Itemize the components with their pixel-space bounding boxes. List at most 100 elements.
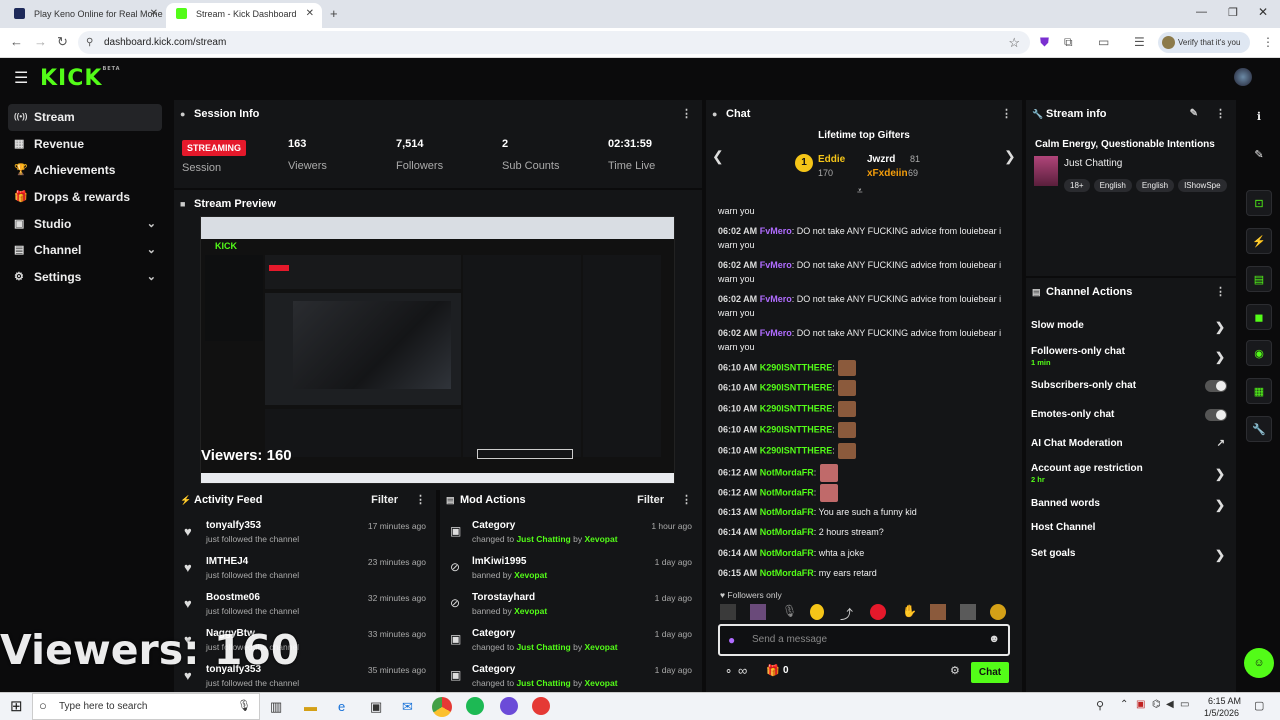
browser-tab-keno[interactable]: Play Keno Online for Real Mone ✕ [4, 3, 166, 28]
list-rail-icon[interactable]: ▤ [1246, 266, 1272, 292]
chevron-right-icon[interactable]: ❯ [1215, 320, 1225, 334]
gift-icon[interactable]: 🎁 [766, 664, 780, 677]
emote-icon[interactable] [810, 604, 824, 620]
reading-list-icon[interactable]: ☰ [1134, 35, 1145, 49]
channel-action-set-goals[interactable]: Set goals ❯ [1031, 548, 1227, 562]
windows-start-icon[interactable]: ⊞ [10, 697, 23, 715]
mod-action-row[interactable]: ⊘ Torostayhard banned by Xevopat 1 day ago [440, 588, 702, 624]
chat-message[interactable]: 06:02 AM FvMero: DO not take ANY FUCKING… [718, 292, 1008, 320]
tray-people-icon[interactable]: ⚲ [1096, 699, 1104, 712]
address-bar[interactable]: ⚲ dashboard.kick.com/stream ☆ [78, 31, 1030, 54]
chat-username[interactable]: NotMordaFR [760, 467, 814, 477]
chat-username[interactable]: FvMero [760, 260, 792, 270]
bolt-rail-icon[interactable]: ⚡ [1246, 228, 1272, 254]
browser-tab-kick[interactable]: Stream - Kick Dashboard ✕ [166, 3, 322, 28]
chat-username[interactable]: NotMordaFR [760, 568, 814, 578]
activity-row[interactable]: ♥ tonyalfy353 just followed the channel 17 … [174, 516, 436, 552]
chat-username[interactable]: K290ISNTTHERE [760, 424, 833, 434]
mod-action-row[interactable]: ▣ Category changed to Just Chatting by Xev… [440, 624, 702, 660]
mod-rail-icon[interactable]: ▦ [1246, 378, 1272, 404]
stream-preview-video[interactable]: KICK Viewers: 160 [200, 216, 675, 484]
chevron-right-icon[interactable]: ❯ [1215, 548, 1225, 562]
chat-username[interactable]: FvMero [760, 328, 792, 338]
chrome-icon[interactable] [432, 697, 452, 717]
close-tab-icon[interactable]: ✕ [306, 3, 314, 25]
user-avatar[interactable] [1234, 68, 1252, 86]
taskbar-time[interactable]: 6:15 AM [1208, 696, 1241, 706]
chat-username[interactable]: NotMordaFR [760, 487, 814, 497]
edit-pencil-icon[interactable]: ✎ [1190, 100, 1198, 128]
mod-action-row[interactable]: ▣ Category changed to Just Chatting by Xev… [440, 516, 702, 552]
chat-input[interactable]: ● Send a message ☻ [718, 624, 1010, 656]
notifications-icon[interactable]: ▢ [1254, 699, 1264, 712]
emote-icon[interactable] [930, 604, 946, 620]
sidebar-item-revenue[interactable]: ▦ Revenue [8, 131, 162, 158]
chat-message[interactable]: 06:10 AM K290ISNTTHERE: [718, 401, 1008, 417]
new-tab-icon[interactable]: + [330, 6, 338, 21]
chat-message[interactable]: 06:12 AM NotMordaFR: [718, 464, 1008, 482]
battery-icon[interactable]: ▭ [1180, 699, 1189, 710]
mic-icon[interactable]: ● [728, 633, 735, 647]
chat-send-button[interactable]: Chat [971, 662, 1009, 683]
emote-icon[interactable] [990, 604, 1006, 620]
mic-emote-icon[interactable]: 🎙 [782, 604, 797, 618]
stream-info-menu-icon[interactable]: ⋮ [1215, 100, 1226, 128]
info-rail-icon[interactable]: ℹ [1246, 104, 1272, 130]
window-minimize-icon[interactable]: — [1196, 6, 1207, 18]
sidebar-item-channel[interactable]: ▤ Channel ⌄ [8, 237, 162, 264]
bookmark-star-icon[interactable]: ☆ [1008, 31, 1020, 54]
window-restore-icon[interactable]: ❐ [1228, 6, 1238, 19]
wrench-rail-icon[interactable]: 🔧 [1246, 416, 1272, 442]
chevron-right-icon[interactable]: ❯ [1215, 498, 1225, 512]
toggle-switch[interactable] [1205, 380, 1227, 392]
chat-message[interactable]: 06:02 AM FvMero: DO not take ANY FUCKING… [718, 258, 1008, 286]
chat-message[interactable]: 06:14 AM NotMordaFR: whta a joke [718, 546, 1008, 560]
sidebar-item-drops-rewards[interactable]: 🎁 Drops & rewards [8, 184, 162, 211]
stream-tag[interactable]: English [1093, 179, 1132, 192]
channel-action-followers-only-chat[interactable]: Followers-only chat 1 min ❯ [1031, 346, 1227, 367]
chat-message[interactable]: 06:10 AM K290ISNTTHERE: [718, 360, 1008, 376]
activity-menu-icon[interactable]: ⋮ [415, 486, 426, 514]
emote-icon[interactable] [750, 604, 766, 620]
chat-message[interactable]: 06:14 AM NotMordaFR: 2 hours stream? [718, 525, 1008, 539]
chevron-down-icon[interactable]: ⌄ [147, 237, 156, 263]
kick-logo[interactable]: KICKBETA [40, 66, 121, 91]
chat-username[interactable]: FvMero [760, 294, 792, 304]
emote-icon[interactable] [720, 604, 736, 620]
chat-message[interactable]: 06:10 AM K290ISNTTHERE: [718, 380, 1008, 396]
edit-rail-icon[interactable]: ✎ [1246, 142, 1272, 168]
chat-username[interactable]: K290ISNTTHERE [760, 382, 833, 392]
tray-chevron-icon[interactable]: ⌃ [1120, 699, 1128, 710]
window-close-icon[interactable]: ✕ [1258, 5, 1268, 19]
taskbar-search[interactable]: ○ Type here to search 🎙 [32, 693, 260, 720]
extension-shield-icon[interactable]: ⛊ [1040, 35, 1049, 50]
gifters-prev-icon[interactable]: ❮ [712, 148, 724, 165]
chat-message[interactable]: 06:10 AM K290ISNTTHERE: [718, 443, 1008, 459]
activity-row[interactable]: ♥ IMTHEJ4 just followed the channel 23 minu… [174, 552, 436, 588]
sidebar-item-settings[interactable]: ⚙ Settings ⌄ [8, 264, 162, 291]
activity-row[interactable]: ♥ Boostme06 just followed the channel 32 mi… [174, 588, 436, 624]
hamburger-menu-icon[interactable]: ☰ [14, 68, 28, 88]
session-menu-icon[interactable]: ⋮ [681, 100, 692, 128]
mail-icon[interactable]: ✉ [402, 699, 413, 715]
sidebar-item-achievements[interactable]: 🏆 Achievements [8, 157, 162, 184]
emoji-icon[interactable]: ☻ [988, 633, 1000, 645]
broadcast-rail-icon[interactable]: ◉ [1246, 340, 1272, 366]
spotify-icon[interactable] [466, 697, 484, 715]
channel-action-emotes-only-chat[interactable]: Emotes-only chat [1031, 409, 1227, 421]
external-link-icon[interactable]: ↗ [1217, 438, 1225, 449]
reload-icon[interactable]: ↻ [57, 34, 68, 50]
activity-filter-button[interactable]: Filter [371, 486, 398, 514]
mod-filter-button[interactable]: Filter [637, 486, 664, 514]
forward-icon[interactable]: → [34, 34, 47, 49]
stream-tag[interactable]: IShowSpe [1178, 179, 1227, 192]
chevron-right-icon[interactable]: ❯ [1215, 350, 1225, 364]
channel-action-banned-words[interactable]: Banned words ❯ [1031, 498, 1227, 512]
chat-menu-icon[interactable]: ⋮ [1001, 100, 1012, 128]
chevron-down-icon[interactable]: ⌄ [147, 211, 156, 237]
channel-action-account-age-restriction[interactable]: Account age restriction 2 hr ❯ [1031, 463, 1227, 484]
chat-message[interactable]: 06:12 AM NotMordaFR: [718, 484, 1008, 502]
site-info-icon[interactable]: ⚲ [86, 31, 93, 54]
app-icon[interactable] [500, 697, 518, 715]
emote-icon[interactable]: ✋ [902, 604, 917, 618]
